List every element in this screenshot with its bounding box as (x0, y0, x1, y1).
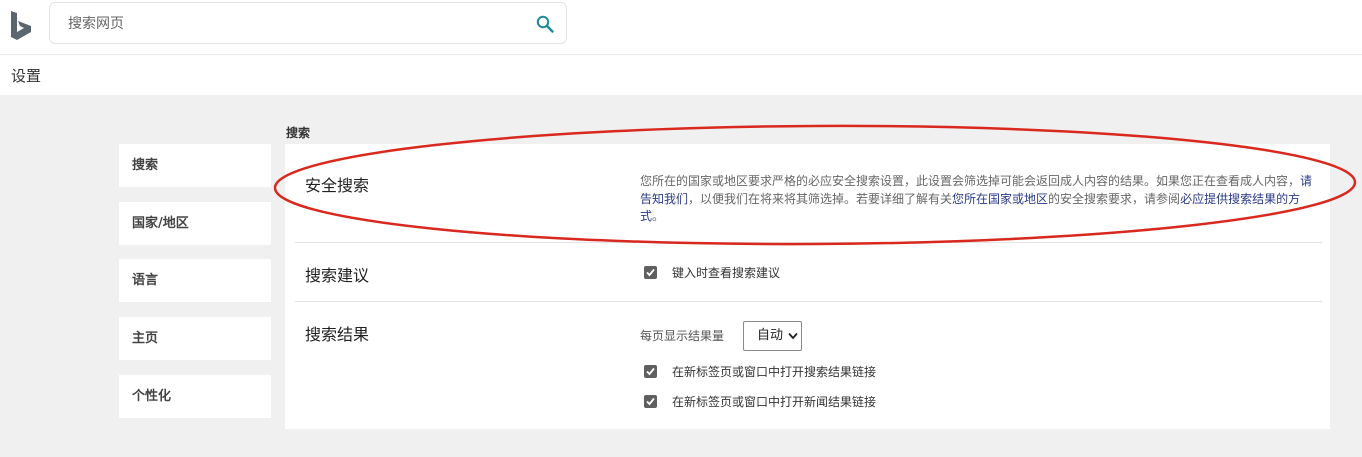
safe-search-title: 安全搜索 (305, 176, 370, 195)
results-per-page-value: 自动 (757, 328, 784, 343)
row-divider (295, 242, 1322, 243)
top-bar (0, 0, 1362, 55)
checkmark-icon (646, 367, 655, 376)
search-suggestions-title: 搜索建议 (305, 266, 370, 285)
checkmark-icon (646, 268, 655, 277)
sidebar-item-homepage[interactable]: 主页 (119, 317, 271, 360)
open-news-new-tab-checkbox[interactable] (644, 395, 657, 408)
page-title: 设置 (11, 67, 42, 85)
country-region-link[interactable]: 您所在国家或地区 (952, 192, 1048, 206)
checkmark-icon (646, 397, 655, 406)
results-per-page-select[interactable]: 自动 (743, 321, 802, 351)
open-results-new-tab-label[interactable]: 在新标签页或窗口中打开搜索结果链接 (672, 363, 876, 380)
safe-search-description: 您所在的国家或地区要求严格的必应安全搜索设置，此设置会筛选掉可能会返回成人内容的… (640, 173, 1315, 226)
suggestions-checkbox[interactable] (644, 266, 657, 279)
search-icon[interactable] (536, 15, 554, 33)
search-input[interactable] (68, 13, 508, 35)
sidebar-item-language[interactable]: 语言 (119, 259, 271, 302)
safe-search-desc-text-2: ，以便我们在将来将其筛选掉。若要详细了解有关 (688, 191, 953, 206)
search-results-title: 搜索结果 (305, 325, 370, 344)
results-per-page-label: 每页显示结果量 (640, 329, 725, 343)
chevron-down-icon (788, 332, 798, 340)
suggestions-checkbox-label[interactable]: 键入时查看搜索建议 (672, 264, 780, 281)
sidebar-item-country-region[interactable]: 国家/地区 (119, 202, 271, 245)
row-divider (295, 301, 1322, 302)
bing-logo-icon[interactable] (9, 11, 33, 41)
sidebar-item-personalization[interactable]: 个性化 (119, 375, 271, 418)
section-title: 搜索 (286, 126, 311, 140)
search-box (49, 2, 567, 44)
safe-search-desc-text-1: 您所在的国家或地区要求严格的必应安全搜索设置，此设置会筛选掉可能会返回成人内容的… (640, 174, 1301, 188)
page-header: 设置 (0, 55, 1362, 95)
sidebar-item-search[interactable]: 搜索 (119, 144, 271, 187)
safe-search-desc-text-4: 。 (652, 209, 665, 223)
safe-search-desc-text-3: 的安全搜索要求，请参阅 (1048, 191, 1181, 206)
open-results-new-tab-checkbox[interactable] (644, 365, 657, 378)
open-news-new-tab-label[interactable]: 在新标签页或窗口中打开新闻结果链接 (672, 393, 876, 410)
